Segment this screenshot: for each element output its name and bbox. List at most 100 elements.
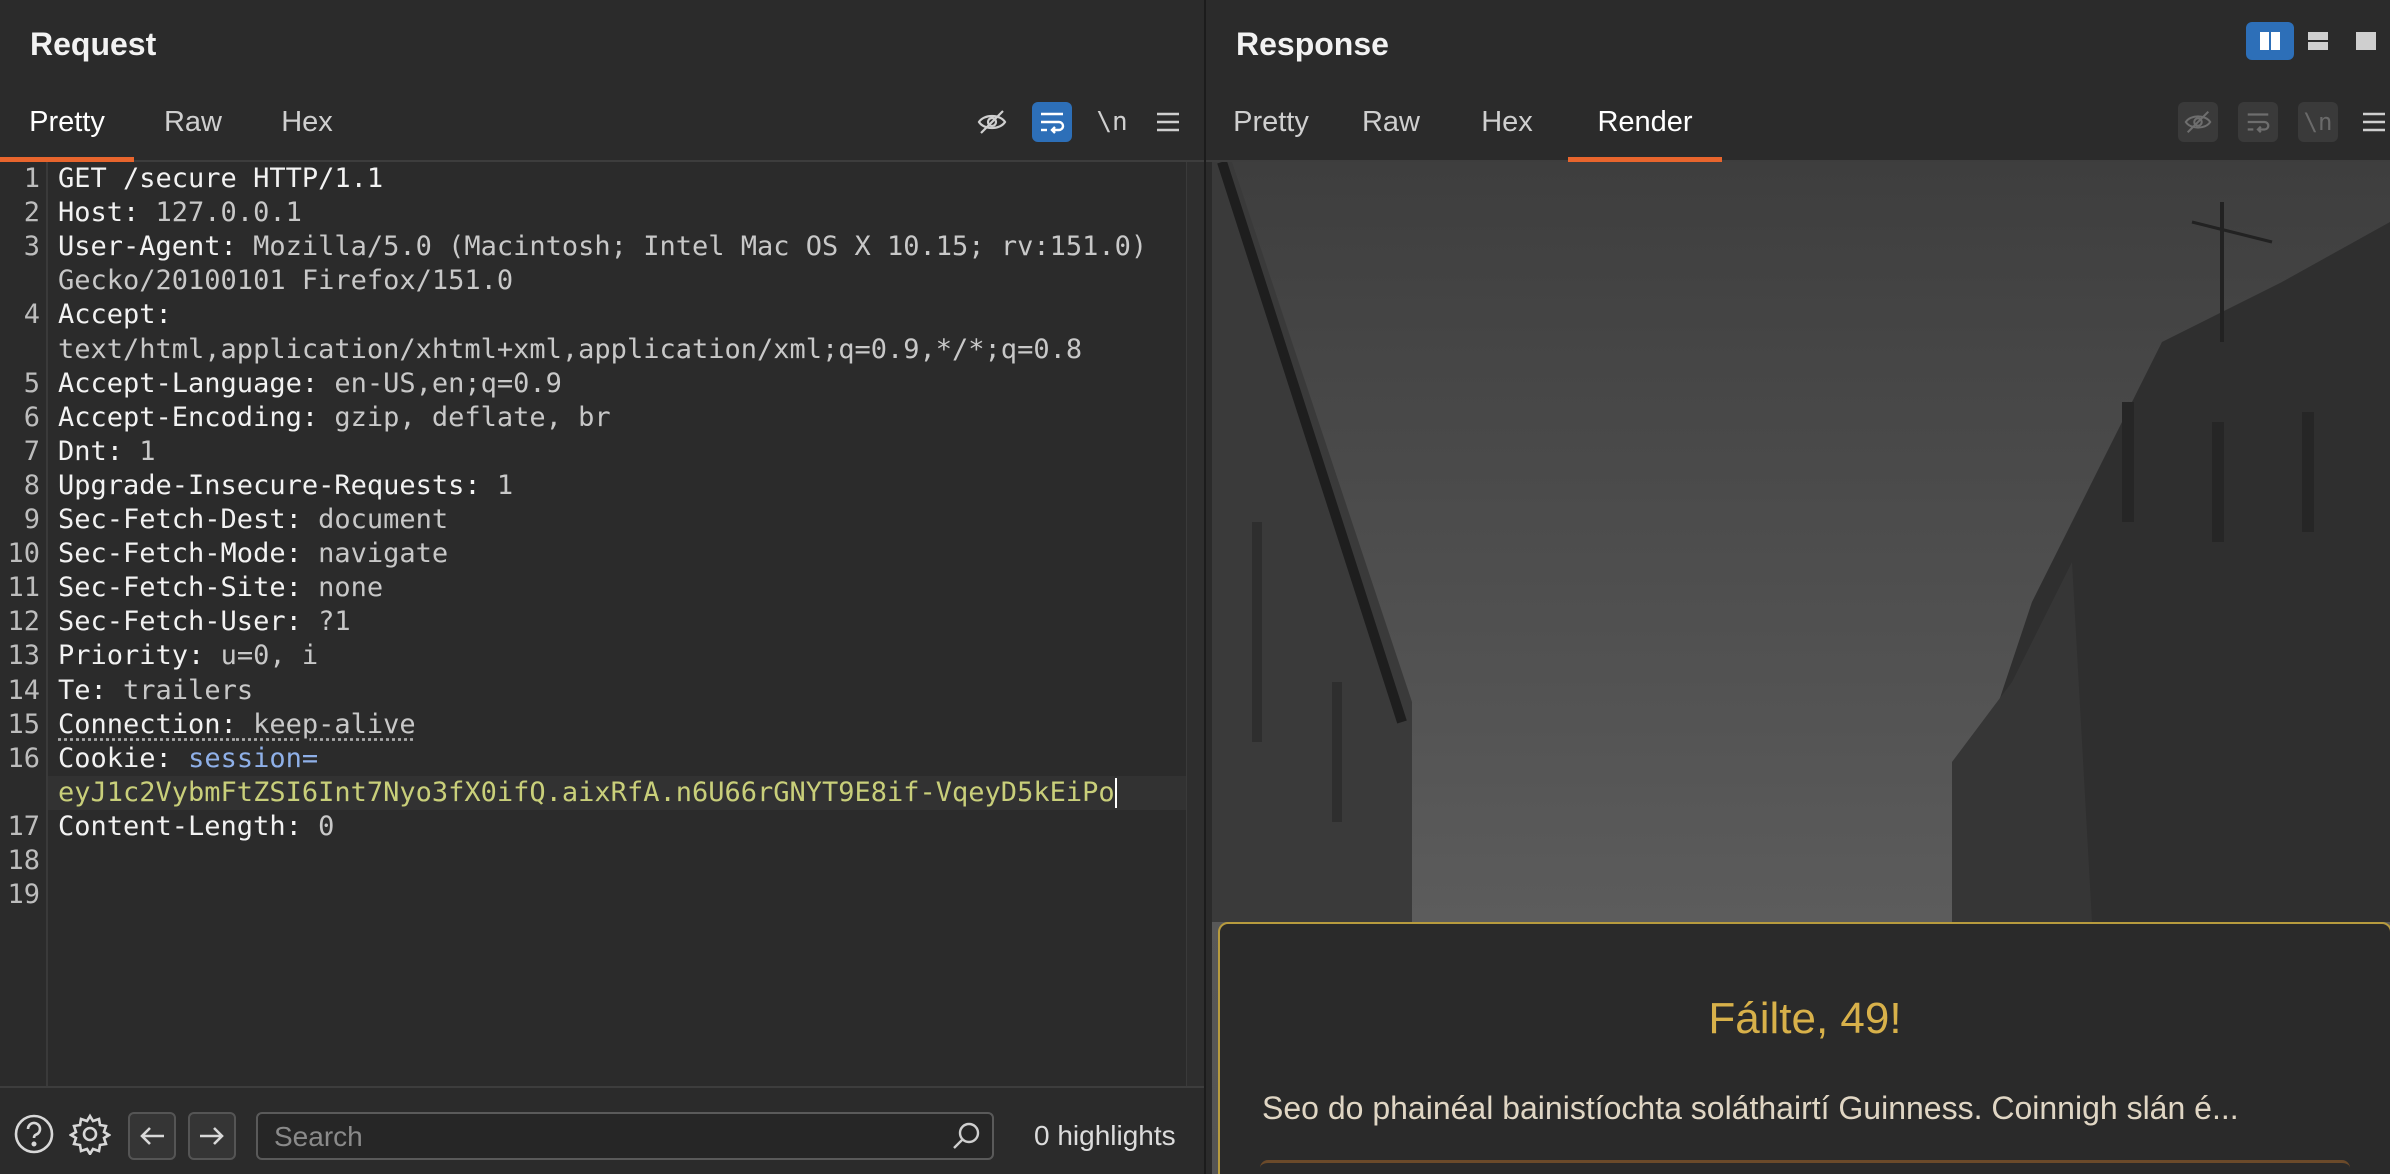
tab-render[interactable]: Render	[1568, 92, 1722, 162]
header-name: Accept-Encoding:	[58, 401, 319, 433]
code-text: Te: trailers	[58, 674, 253, 708]
header-value: gzip, deflate, br	[318, 401, 611, 433]
header-name: Priority:	[58, 640, 205, 672]
request-title: Request	[30, 26, 157, 62]
header-value: 0	[301, 810, 335, 842]
header-value: Gecko/20100101 Firefox/151.0	[58, 265, 514, 297]
cookie-value: eyJ1c2VybmFtZSI6Int7Nyo3fX0ifQ.aixRfA.n6…	[58, 776, 1115, 808]
welcome-card: Fáilte, 49! Seo do phainéal bainistíocht…	[1218, 922, 2390, 1174]
header-value: u=0, i	[204, 640, 319, 672]
help-icon[interactable]	[12, 1112, 56, 1156]
header-value: 1	[480, 469, 514, 501]
menu-icon[interactable]	[1148, 102, 1188, 142]
code-text: GET /secure HTTP/1.1	[58, 162, 383, 196]
header-value	[172, 743, 188, 774]
back-arrow-icon[interactable]	[128, 1112, 176, 1160]
request-editor[interactable]: 1 GET /secure HTTP/1.1 2 Host: 127.0.0.1 3 Us…	[0, 162, 1186, 1086]
tab-raw[interactable]: Raw	[1348, 92, 1434, 160]
code-text: Host: 127.0.0.1	[58, 196, 302, 230]
line-number: 6	[23, 401, 40, 433]
request-tabs: Pretty Raw Hex	[0, 92, 1204, 162]
wrap-lines-icon[interactable]	[1032, 102, 1072, 142]
header-value: keep-alive	[236, 708, 416, 740]
vertical-scrollbar[interactable]	[1186, 162, 1204, 1086]
newline-toggle[interactable]: \n	[1092, 102, 1132, 142]
code-text: Content-Length: 0	[58, 810, 334, 844]
tab-pretty[interactable]: Pretty	[1206, 92, 1336, 160]
line-number: 9	[23, 504, 40, 535]
request-bottom-bar: 0 highlights	[0, 1086, 1204, 1174]
background-photo	[1212, 162, 2390, 922]
line-number: 17	[7, 810, 40, 842]
text-caret	[1114, 778, 1117, 809]
rendered-page: Fáilte, 49! Seo do phainéal bainistíocht…	[1212, 162, 2390, 1174]
card-section-divider	[1260, 1160, 2350, 1173]
code-text: Accept:	[58, 298, 172, 332]
code-text: User-Agent: Mozilla/5.0 (Macintosh; Inte…	[58, 230, 1147, 264]
single-pane-layout-icon[interactable]	[2342, 22, 2390, 60]
search-icon[interactable]	[950, 1120, 982, 1152]
code-text: Sec-Fetch-Mode: navigate	[58, 537, 448, 571]
code-text: Gecko/20100101 Firefox/151.0	[58, 264, 513, 298]
wrap-lines-icon[interactable]	[2238, 102, 2278, 142]
newline-toggle[interactable]: \n	[2298, 102, 2338, 142]
header-name: Sec-Fetch-User:	[58, 606, 302, 638]
tab-pretty[interactable]: Pretty	[0, 92, 134, 162]
response-pane: Response Pretty Raw Hex Render \n Fáilte…	[1206, 0, 2390, 1174]
code-text: text/html,application/xhtml+xml,applicat…	[58, 333, 1082, 367]
header-value: trailers	[106, 674, 254, 706]
header-name: Content-Length:	[58, 810, 302, 842]
side-by-side-layout-icon[interactable]	[2246, 22, 2294, 60]
tab-hex[interactable]: Hex	[262, 92, 352, 160]
line-number: 19	[7, 879, 40, 911]
code-text: Sec-Fetch-User: ?1	[58, 605, 351, 639]
settings-gear-icon[interactable]	[68, 1112, 112, 1156]
layout-switch	[2246, 22, 2390, 60]
stacked-layout-icon[interactable]	[2294, 22, 2342, 60]
code-text: Connection: keep-alive	[58, 708, 416, 742]
welcome-heading: Fáilte, 49!	[1708, 994, 1902, 1043]
header-name: Connection:	[58, 708, 237, 740]
line-number: 18	[7, 845, 40, 876]
code-text: Priority: u=0, i	[58, 639, 318, 673]
line-number: 5	[23, 367, 40, 399]
line-number: 8	[23, 469, 40, 501]
search-box	[256, 1112, 994, 1160]
line-number: 1	[23, 163, 40, 194]
code-text: Upgrade-Insecure-Requests: 1	[58, 469, 513, 503]
code-text: eyJ1c2VybmFtZSI6Int7Nyo3fX0ifQ.aixRfA.n6…	[58, 776, 1117, 810]
response-title: Response	[1236, 26, 1389, 62]
header-name: GET /secure HTTP/1.1	[58, 163, 384, 194]
menu-icon[interactable]	[2354, 102, 2390, 142]
header-name: Dnt:	[58, 435, 124, 467]
header-value: none	[301, 572, 384, 604]
search-input[interactable]	[272, 1114, 936, 1160]
hide-nonprintable-icon[interactable]	[2178, 102, 2218, 142]
code-text: Sec-Fetch-Site: none	[58, 571, 383, 605]
header-value: 1	[123, 435, 156, 467]
line-number: 12	[7, 606, 40, 638]
line-number: 7	[23, 435, 40, 467]
header-value: Mozilla/5.0 (Macintosh; Intel Mac OS X 1…	[236, 231, 1148, 263]
hide-nonprintable-icon[interactable]	[972, 102, 1012, 142]
header-name: Sec-Fetch-Mode:	[58, 538, 302, 570]
code-text: Dnt: 1	[58, 435, 156, 469]
header-value: document	[301, 504, 449, 535]
header-value: 127.0.0.1	[139, 197, 302, 229]
header-name: Accept-Language:	[58, 367, 319, 399]
header-name: Cookie:	[58, 742, 172, 774]
header-name: Sec-Fetch-Site:	[58, 572, 302, 604]
header-name: Host:	[58, 197, 140, 229]
header-name: Te:	[58, 674, 107, 706]
code-text: Sec-Fetch-Dest: document	[58, 503, 448, 537]
code-text: Accept-Encoding: gzip, deflate, br	[58, 401, 611, 435]
header-name: Upgrade-Insecure-Requests:	[58, 469, 481, 501]
header-value: navigate	[301, 538, 449, 570]
line-number: 10	[7, 538, 40, 570]
header-value: text/html,application/xhtml+xml,applicat…	[58, 333, 1083, 365]
tab-raw[interactable]: Raw	[150, 92, 236, 160]
tab-hex[interactable]: Hex	[1462, 92, 1552, 160]
request-pane: Request Pretty Raw Hex \n 1 GET /secure H…	[0, 0, 1204, 1174]
forward-arrow-icon[interactable]	[188, 1112, 236, 1160]
line-number: 11	[7, 572, 40, 604]
